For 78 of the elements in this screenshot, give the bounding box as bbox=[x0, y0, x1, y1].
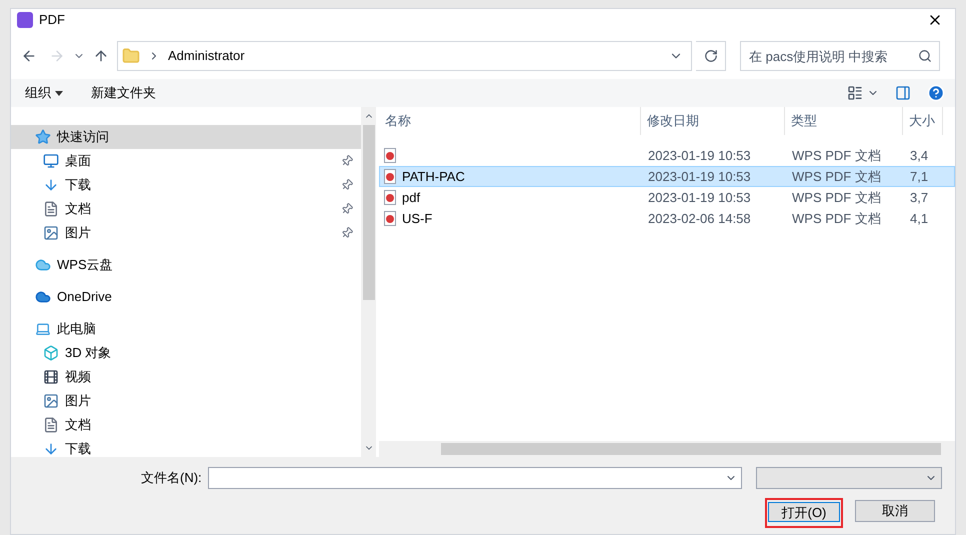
file-type: WPS PDF 文档 bbox=[791, 168, 882, 186]
address-field[interactable]: Administrator bbox=[117, 41, 692, 71]
pane-icon bbox=[895, 85, 911, 101]
cube-icon bbox=[43, 345, 59, 361]
column-header[interactable]: 名称 bbox=[379, 107, 641, 135]
star-icon bbox=[35, 129, 51, 145]
file-type: WPS PDF 文档 bbox=[791, 146, 882, 165]
caret-icon bbox=[55, 90, 63, 96]
sidebar-item[interactable]: 下载 bbox=[11, 437, 361, 457]
computer-icon bbox=[35, 321, 51, 337]
scrollbar[interactable] bbox=[361, 107, 376, 457]
picture-icon bbox=[43, 225, 59, 241]
file-type: WPS PDF 文档 bbox=[791, 210, 882, 228]
file-name: PATH-PAC bbox=[402, 168, 465, 186]
view-options-button[interactable] bbox=[847, 85, 879, 101]
column-header[interactable]: 修改日期 bbox=[641, 107, 785, 135]
sidebar-item[interactable]: 文档 bbox=[11, 197, 361, 221]
help-icon bbox=[927, 84, 945, 102]
file-date: 2023-01-19 10:53 bbox=[647, 168, 752, 186]
sidebar-item[interactable]: 3D 对象 bbox=[11, 341, 361, 365]
filename-field[interactable] bbox=[208, 467, 742, 489]
preview-pane-button[interactable] bbox=[895, 85, 911, 101]
pdf-file-icon bbox=[384, 148, 396, 163]
sidebar-item[interactable]: 快速访问 bbox=[11, 125, 361, 149]
sidebar-item[interactable]: 图片 bbox=[11, 389, 361, 413]
download-icon bbox=[43, 177, 59, 193]
file-name: pdf bbox=[402, 188, 420, 207]
refresh-button[interactable] bbox=[696, 41, 726, 71]
column-header[interactable]: 类型 bbox=[785, 107, 903, 135]
sidebar-item[interactable]: 视频 bbox=[11, 365, 361, 389]
app-icon bbox=[17, 12, 33, 28]
sidebar-item[interactable]: 桌面 bbox=[11, 149, 361, 173]
file-size: 3,4 bbox=[909, 146, 930, 165]
sidebar-item[interactable]: WPS云盘 bbox=[11, 253, 361, 277]
sidebar-item[interactable]: 图片 bbox=[11, 221, 361, 245]
column-header[interactable]: 大小 bbox=[903, 107, 943, 135]
refresh-icon bbox=[704, 49, 718, 63]
sidebar-item[interactable]: 下载 bbox=[11, 173, 361, 197]
file-date: 2023-01-19 10:53 bbox=[647, 188, 752, 207]
file-row[interactable]: US-F 2023-02-06 14:58 WPS PDF 文档 4,1 bbox=[379, 208, 955, 229]
path-segment[interactable]: Administrator bbox=[168, 46, 245, 66]
list-view-icon bbox=[847, 85, 863, 101]
file-date: 2023-01-19 10:53 bbox=[647, 146, 752, 165]
horizontal-scrollbar[interactable] bbox=[379, 441, 955, 457]
file-row[interactable]: 2023-01-19 10:53 WPS PDF 文档 3,4 bbox=[379, 145, 955, 166]
filename-label: 文件名(N): bbox=[141, 469, 202, 488]
monitor-icon bbox=[43, 153, 59, 169]
document-icon bbox=[43, 417, 59, 433]
forward-arrow-icon bbox=[49, 48, 65, 64]
cloud-icon bbox=[35, 289, 51, 305]
cancel-button[interactable]: 取消 bbox=[855, 500, 935, 522]
folder-icon bbox=[122, 47, 140, 65]
file-row[interactable]: pdf 2023-01-19 10:53 WPS PDF 文档 3,7 bbox=[379, 187, 955, 208]
file-size: 3,7 bbox=[909, 188, 930, 207]
new-folder-button[interactable]: 新建文件夹 bbox=[91, 83, 156, 103]
window-title: PDF bbox=[39, 11, 66, 30]
film-icon bbox=[43, 369, 59, 385]
file-name: US-F bbox=[402, 210, 432, 228]
download-icon bbox=[43, 441, 59, 457]
help-button[interactable] bbox=[927, 84, 945, 102]
file-size: 4,1 bbox=[909, 210, 930, 228]
file-type: WPS PDF 文档 bbox=[791, 188, 882, 207]
sidebar-item[interactable]: OneDrive bbox=[11, 285, 361, 309]
sidebar-item[interactable]: 此电脑 bbox=[11, 317, 361, 341]
cloud-icon bbox=[35, 257, 51, 273]
search-icon bbox=[918, 49, 932, 63]
file-row[interactable]: PATH-PAC 2023-01-19 10:53 WPS PDF 文档 7,1 bbox=[379, 166, 955, 187]
pdf-file-icon bbox=[384, 190, 396, 205]
organize-button[interactable]: 组织 bbox=[21, 83, 67, 103]
open-button[interactable]: 打开(O) bbox=[768, 502, 840, 522]
picture-icon bbox=[43, 393, 59, 409]
file-size: 7,1 bbox=[909, 168, 930, 186]
search-field[interactable]: 在 pacs使用说明 中搜索 bbox=[740, 41, 940, 71]
file-date: 2023-02-06 14:58 bbox=[647, 210, 752, 228]
document-icon bbox=[43, 201, 59, 217]
sidebar-item[interactable]: 文档 bbox=[11, 413, 361, 437]
pdf-file-icon bbox=[384, 169, 396, 184]
pdf-file-icon bbox=[384, 211, 396, 226]
